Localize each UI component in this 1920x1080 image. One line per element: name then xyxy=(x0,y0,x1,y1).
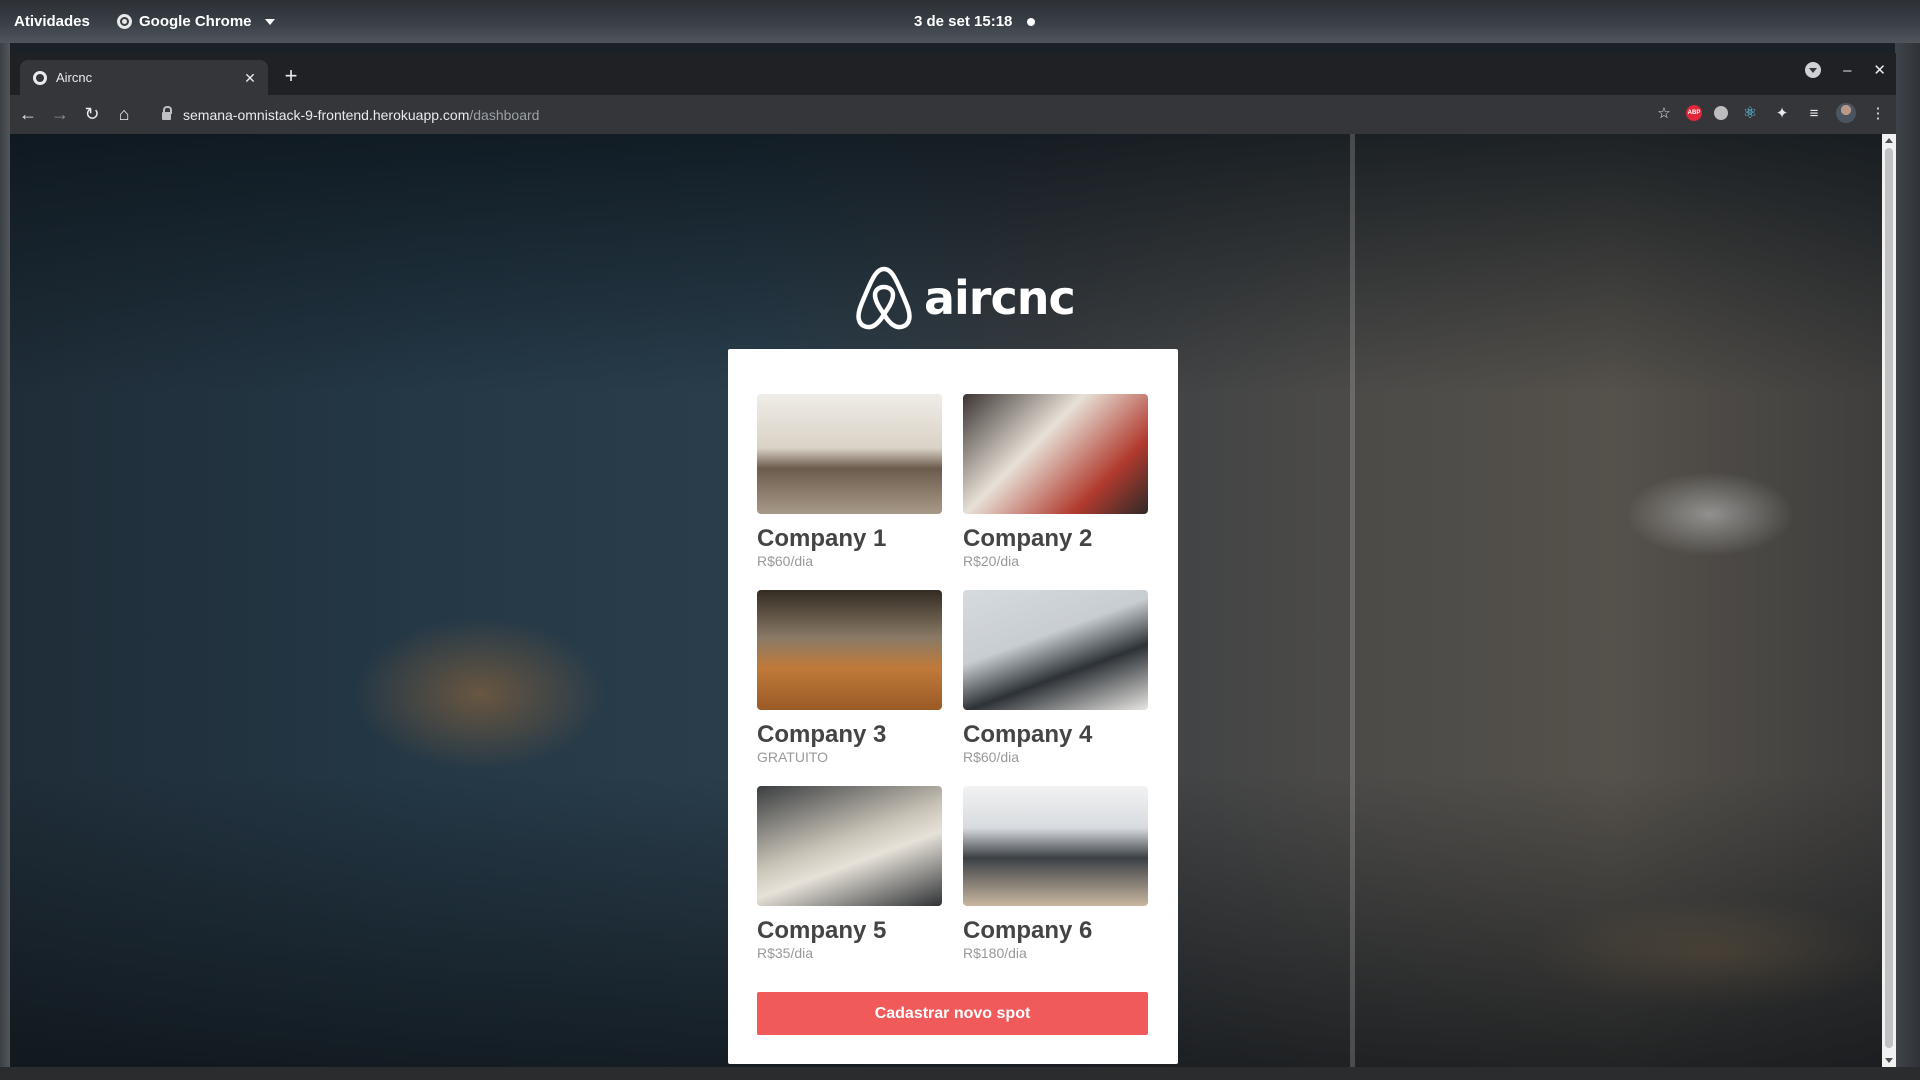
globe-icon xyxy=(33,70,47,85)
spot-name: Company 3 xyxy=(757,721,887,748)
app-menu[interactable]: Google Chrome xyxy=(117,13,275,30)
spot-card[interactable]: Company 2 R$20/dia xyxy=(963,394,1148,569)
scrollbar-thumb[interactable] xyxy=(1885,148,1893,1048)
tab-aircnc[interactable]: Aircnc ✕ xyxy=(20,60,268,95)
new-tab-button[interactable]: + xyxy=(280,65,302,88)
puzzle-icon[interactable]: ✦ xyxy=(1772,103,1792,123)
page-scrollbar[interactable] xyxy=(1882,134,1896,1067)
aircnc-logo: aircnc xyxy=(853,265,1076,331)
spot-name: Company 6 xyxy=(963,917,1093,944)
page-viewport: aircnc Company 1 R$60/dia Company 2 R$20… xyxy=(10,134,1896,1067)
desktop-background-left xyxy=(0,43,10,1080)
spot-price: R$180/dia xyxy=(963,945,1027,961)
spot-price: R$20/dia xyxy=(963,553,1020,569)
spot-thumbnail xyxy=(757,590,942,710)
address-bar[interactable]: semana-omnistack-9-frontend.herokuapp.co… xyxy=(162,100,1760,129)
spot-name: Company 5 xyxy=(757,917,887,944)
spots-card: Company 1 R$60/dia Company 2 R$20/dia Co… xyxy=(728,349,1178,1064)
bookmark-star-icon[interactable]: ☆ xyxy=(1654,103,1674,123)
desktop-background-bottom xyxy=(0,1067,1920,1080)
spot-name: Company 1 xyxy=(757,525,887,552)
spot-thumbnail xyxy=(757,394,942,514)
react-devtools-icon[interactable]: ⚛ xyxy=(1740,103,1760,123)
spot-thumbnail xyxy=(963,394,1148,514)
browser-window: Aircnc ✕ + – ✕ ← → ↻ ⌂ semana-omnistack-… xyxy=(10,53,1896,1067)
spot-price: R$60/dia xyxy=(963,749,1020,765)
notification-dot-icon xyxy=(1027,18,1035,26)
reload-icon[interactable]: ↻ xyxy=(76,99,108,131)
back-icon[interactable]: ← xyxy=(12,99,44,131)
window-controls: – ✕ xyxy=(1805,61,1886,79)
more-vert-icon[interactable]: ⋮ xyxy=(1868,103,1888,123)
close-window-icon[interactable]: ✕ xyxy=(1873,61,1886,79)
browser-toolbar: ← → ↻ ⌂ semana-omnistack-9-frontend.hero… xyxy=(10,95,1896,134)
scroll-up-icon[interactable] xyxy=(1885,138,1893,143)
lock-icon[interactable] xyxy=(162,106,172,120)
spot-name: Company 2 xyxy=(963,525,1093,552)
spot-card[interactable]: Company 6 R$180/dia xyxy=(963,786,1148,961)
tab-strip: Aircnc ✕ + – ✕ xyxy=(10,53,1896,95)
spot-thumbnail xyxy=(963,786,1148,906)
forward-icon[interactable]: → xyxy=(44,99,76,131)
spot-thumbnail xyxy=(757,786,942,906)
chrome-icon xyxy=(117,14,132,29)
minimize-icon[interactable]: – xyxy=(1843,62,1851,79)
caret-down-icon xyxy=(264,18,275,25)
media-icon[interactable]: ≡ xyxy=(1804,103,1824,123)
activities-button[interactable]: Atividades xyxy=(14,13,90,30)
profile-avatar-icon[interactable] xyxy=(1836,103,1856,123)
spot-name: Company 4 xyxy=(963,721,1093,748)
spot-list: Company 1 R$60/dia Company 2 R$20/dia Co… xyxy=(757,394,1148,961)
app-menu-label: Google Chrome xyxy=(139,13,252,30)
spot-price: R$60/dia xyxy=(757,553,814,569)
spot-thumbnail xyxy=(963,590,1148,710)
scroll-down-icon[interactable] xyxy=(1885,1058,1893,1063)
background-photo-glass xyxy=(1350,134,1355,1067)
home-icon[interactable]: ⌂ xyxy=(108,99,140,131)
new-spot-button[interactable]: Cadastrar novo spot xyxy=(757,992,1148,1035)
system-clock[interactable]: 3 de set 15:18 xyxy=(914,13,1012,30)
spot-card[interactable]: Company 3 GRATUITO xyxy=(757,590,942,765)
spot-card[interactable]: Company 1 R$60/dia xyxy=(757,394,942,569)
tab-title: Aircnc xyxy=(56,70,93,85)
spot-card[interactable]: Company 5 R$35/dia xyxy=(757,786,942,961)
url-host: semana-omnistack-9-frontend.herokuapp.co… xyxy=(183,106,470,123)
tab-close-icon[interactable]: ✕ xyxy=(240,68,260,88)
spot-price: GRATUITO xyxy=(757,749,829,765)
ghost-icon[interactable] xyxy=(1714,106,1728,120)
logo-text: aircnc xyxy=(924,271,1076,325)
url-path: /dashboard xyxy=(469,106,540,123)
desktop-background-right xyxy=(1895,43,1920,1080)
system-top-bar: Atividades Google Chrome 3 de set 15:18 xyxy=(0,0,1920,43)
extensions-area: ☆ ABP ⚛ ✦ ≡ ⋮ xyxy=(1654,103,1888,123)
tab-search-icon[interactable] xyxy=(1805,62,1822,78)
spot-card[interactable]: Company 4 R$60/dia xyxy=(963,590,1148,765)
adblock-plus-icon[interactable]: ABP xyxy=(1686,105,1702,121)
spot-price: R$35/dia xyxy=(757,945,814,961)
airbnb-belo-icon xyxy=(856,266,912,330)
